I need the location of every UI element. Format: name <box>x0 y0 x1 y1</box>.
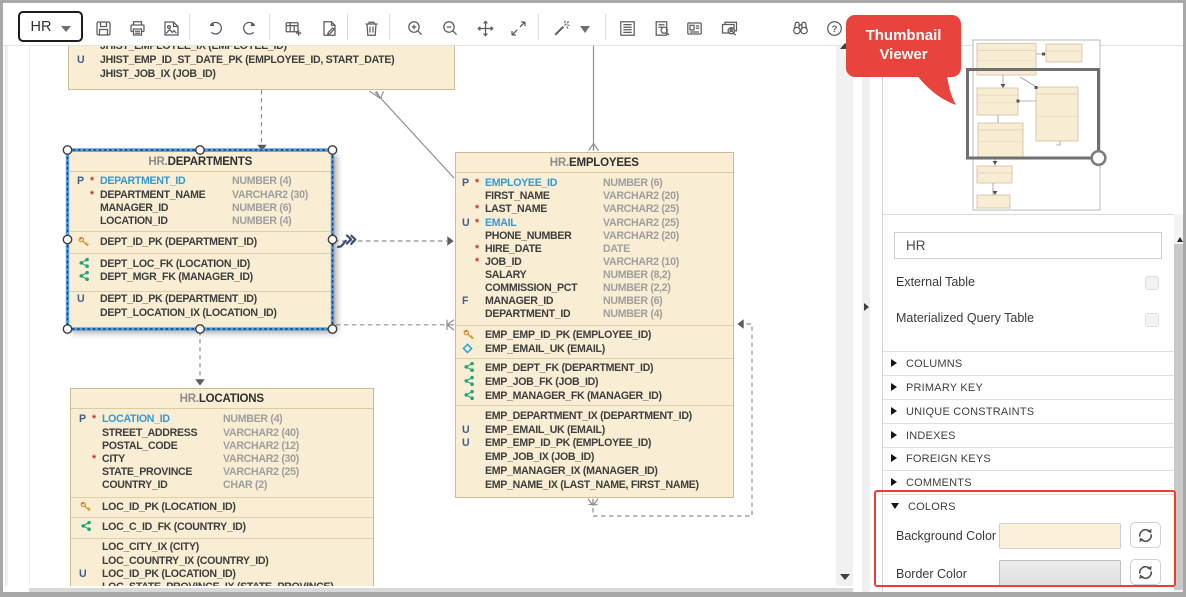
svg-text:?: ? <box>831 24 837 35</box>
